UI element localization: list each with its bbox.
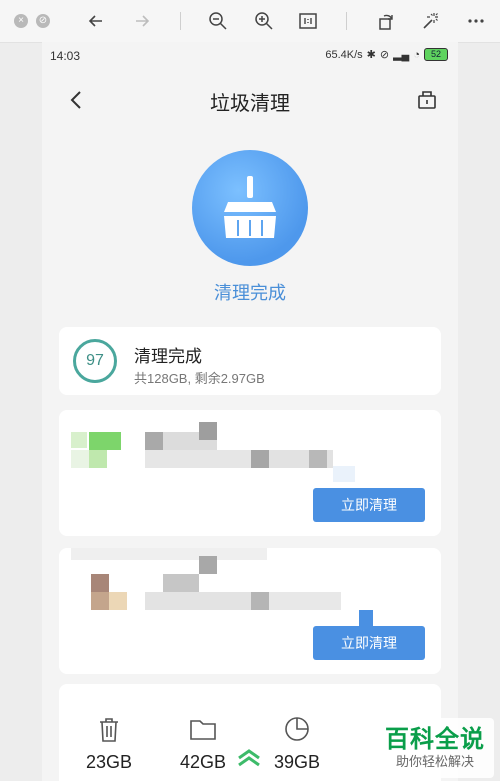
rotate-icon[interactable] — [374, 9, 398, 33]
close-icon[interactable]: × — [14, 14, 28, 28]
storage-summary: 共128GB, 剩余2.97GB — [134, 371, 265, 386]
phone-screen: 14:03 65.4K/s ✱ ⊘ ▂▄ ◔ 52 垃圾清理 清理完成 97 清… — [42, 42, 458, 781]
cleaner-settings-icon[interactable] — [416, 88, 438, 110]
toolbar-divider — [346, 12, 347, 30]
mute-icon: ⊘ — [379, 49, 390, 61]
clean-now-button[interactable]: 立即清理 — [313, 626, 425, 660]
stat-item[interactable]: 23GB — [69, 714, 149, 773]
page-title: 垃圾清理 — [210, 93, 290, 115]
bluetooth-icon: ✱ — [366, 49, 376, 61]
stat-item[interactable]: 42GB — [163, 714, 243, 773]
forward-arrow-icon[interactable] — [130, 9, 154, 33]
magic-wand-icon[interactable] — [418, 9, 442, 33]
viewer-toolbar: × ⊘ — [0, 0, 500, 43]
watermark-subtitle: 助你轻松解决 — [395, 754, 474, 769]
stat-value: 42GB — [179, 752, 227, 772]
watermark-logo: 百科全说 助你轻松解决 — [376, 718, 494, 778]
pie-chart-icon — [285, 717, 309, 741]
back-arrow-icon[interactable] — [84, 9, 108, 33]
wifi-icon: ◔ — [413, 48, 420, 61]
toolbar-divider — [180, 12, 181, 30]
signal-icon: ▂▄ — [393, 49, 410, 61]
battery-icon: 52 — [424, 48, 448, 61]
clean-now-button[interactable]: 立即清理 — [313, 488, 425, 522]
stat-value: 23GB — [85, 752, 133, 772]
zoom-in-icon[interactable] — [252, 9, 276, 33]
broom-icon — [224, 176, 276, 238]
summary-card: 97 清理完成 共128GB, 剩余2.97GB — [59, 327, 441, 395]
zoom-out-icon[interactable] — [206, 9, 230, 33]
stat-value: 39GB — [273, 752, 321, 772]
minimize-icon[interactable]: ⊘ — [36, 14, 50, 28]
network-speed: 65.4K/s — [325, 48, 363, 61]
watermark-title: 百科全说 — [385, 726, 485, 753]
nav-bar: 垃圾清理 — [42, 80, 458, 120]
score-badge: 97 — [73, 339, 117, 383]
scroll-up-icon[interactable] — [236, 748, 262, 768]
cleanup-item-card: 立即清理 — [59, 548, 441, 674]
cleanup-item-card: 立即清理 — [59, 410, 441, 536]
summary-heading: 清理完成 — [134, 347, 202, 366]
broom-badge — [192, 150, 308, 266]
hero-status-text: 清理完成 — [214, 283, 286, 303]
status-bar: 14:03 65.4K/s ✱ ⊘ ▂▄ ◔ 52 — [42, 42, 458, 72]
more-icon[interactable] — [464, 9, 488, 33]
folder-icon — [190, 720, 216, 740]
trash-icon — [100, 718, 118, 742]
stat-item[interactable]: 39GB — [257, 714, 337, 773]
actual-size-icon[interactable] — [296, 9, 320, 33]
status-time: 14:03 — [50, 49, 81, 63]
